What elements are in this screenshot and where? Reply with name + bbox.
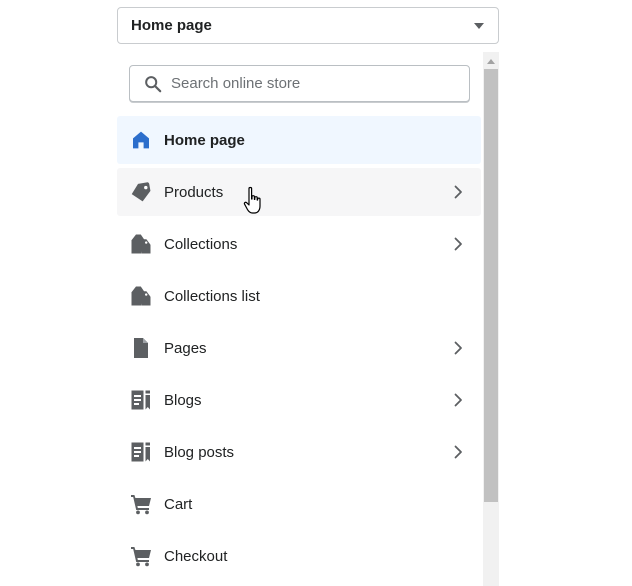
chevron-right-icon[interactable] [454, 341, 463, 360]
search-input[interactable] [171, 75, 451, 92]
menu-item-pages[interactable]: Pages [117, 324, 481, 372]
menu-item-blog-posts[interactable]: Blog posts [117, 428, 481, 476]
blog-icon [130, 441, 152, 463]
chevron-right-icon[interactable] [454, 237, 463, 256]
collections-icon [130, 233, 152, 255]
page-type-dropdown[interactable]: Home page [117, 7, 499, 44]
pointer-hand-cursor-icon [243, 186, 261, 214]
menu-item-collections[interactable]: Collections [117, 220, 481, 268]
menu-item-checkout[interactable]: Checkout [117, 532, 481, 580]
menu-item-home-page[interactable]: Home page [117, 116, 481, 164]
chevron-right-icon[interactable] [454, 445, 463, 464]
menu-item-products[interactable]: Products [117, 168, 481, 216]
chevron-right-icon[interactable] [454, 393, 463, 412]
menu-item-label: Collections [164, 235, 238, 253]
menu-item-collections-list[interactable]: Collections list [117, 272, 481, 320]
menu-item-label: Collections list [164, 287, 260, 305]
search-icon [145, 75, 162, 92]
resource-list: Home page Products Collections Collections … [117, 116, 481, 584]
menu-item-label: Home page [164, 131, 245, 149]
scrollbar[interactable] [483, 52, 499, 586]
menu-item-blogs[interactable]: Blogs [117, 376, 481, 424]
tag-icon [130, 181, 152, 203]
menu-item-label: Blogs [164, 391, 202, 409]
blog-icon [130, 389, 152, 411]
chevron-right-icon[interactable] [454, 185, 463, 204]
dropdown-menu-panel: Home page Products Collections Collections … [117, 52, 501, 586]
search-box[interactable] [129, 65, 470, 102]
dropdown-selected-value: Home page [131, 17, 212, 34]
menu-item-cart[interactable]: Cart [117, 480, 481, 528]
home-icon [130, 129, 152, 151]
page-icon [130, 337, 152, 359]
menu-item-label: Blog posts [164, 443, 235, 461]
menu-item-label: Checkout [164, 547, 228, 565]
scroll-up-arrow[interactable] [487, 59, 495, 64]
caret-down-icon [474, 23, 484, 29]
menu-item-label: Products [164, 183, 224, 201]
menu-item-label: Pages [164, 339, 207, 357]
scrollbar-thumb[interactable] [484, 69, 498, 502]
cart-icon [130, 545, 152, 567]
menu-item-label: Cart [164, 495, 193, 513]
cart-icon [130, 493, 152, 515]
collections-icon [130, 285, 152, 307]
